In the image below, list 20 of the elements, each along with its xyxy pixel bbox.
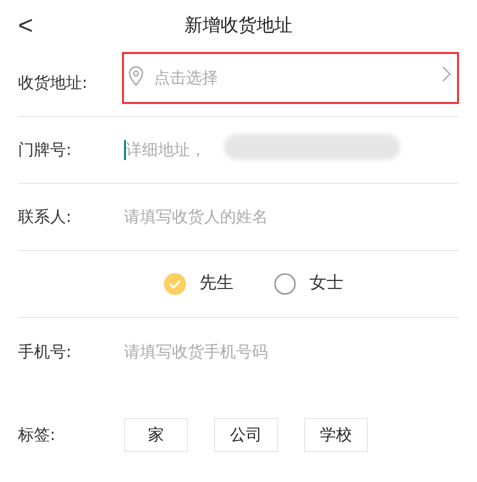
tags-label: 标签: [18, 424, 56, 446]
field-label: 门牌号: [18, 139, 72, 161]
back-button[interactable]: < [18, 12, 34, 38]
chevron-right-icon [442, 66, 451, 82]
location-pin-icon [128, 66, 144, 86]
radio-checked[interactable] [164, 273, 186, 295]
input-field[interactable]: 请填写收货手机号码 [124, 340, 459, 364]
gender-option[interactable]: 先生 [200, 271, 234, 297]
radio-unchecked[interactable] [274, 273, 296, 295]
input-field[interactable]: 请填写收货人的姓名 [124, 205, 459, 229]
tag-button[interactable]: 学校 [304, 418, 368, 452]
tag-button[interactable]: 家 [124, 418, 188, 452]
page-title: 新增收货地址 [184, 14, 292, 38]
input-field[interactable]: 详细地址， [126, 138, 218, 162]
field-label: 收货地址: [18, 72, 88, 94]
field-label: 手机号: [18, 340, 72, 362]
picker-placeholder: 点击选择 [154, 67, 219, 89]
tag-button[interactable]: 公司 [214, 418, 278, 452]
field-label: 联系人: [18, 206, 72, 228]
gender-option[interactable]: 女士 [310, 271, 344, 297]
